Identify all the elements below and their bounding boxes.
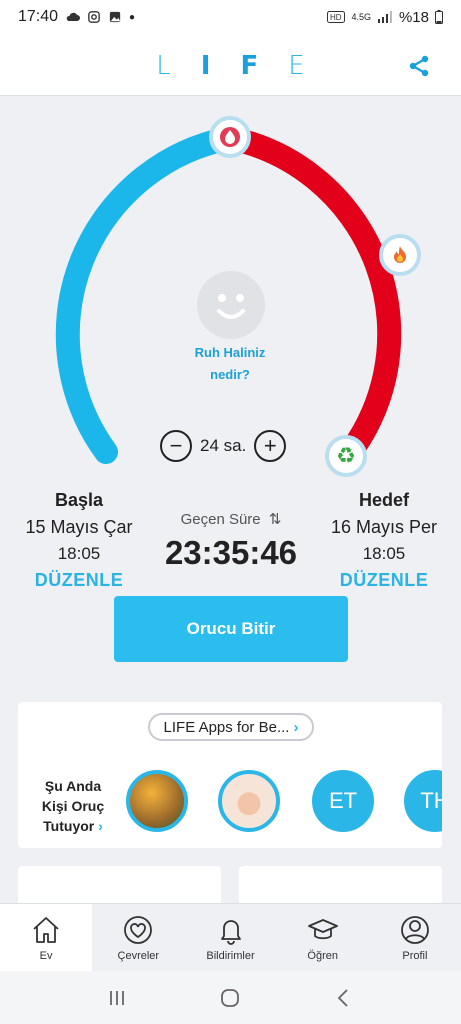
status-bar: 17:40 ● HD 4.5G %18 xyxy=(0,0,461,34)
battery-percent: %18 xyxy=(398,8,429,26)
fasting-line1: Şu Anda xyxy=(44,778,102,794)
gallery-icon xyxy=(109,11,121,23)
system-icons: HD 4.5G %18 xyxy=(327,9,443,26)
elapsed-label-row[interactable]: Geçen Süre ⇅ xyxy=(150,510,312,528)
start-heading: Başla xyxy=(54,490,104,510)
logo-letter-e: E xyxy=(288,51,335,81)
fasting-timer: ♻ Ruh Haliniz nedir? − 24 sa. + xyxy=(0,96,461,516)
app-header: LIFE xyxy=(0,34,461,96)
hd-icon: HD xyxy=(327,11,346,23)
swap-arrows-icon[interactable]: ⇅ xyxy=(269,511,282,528)
avatar[interactable] xyxy=(218,770,280,832)
decrement-hours-button[interactable]: − xyxy=(160,430,192,462)
content-card[interactable] xyxy=(18,866,221,906)
goal-heading: Hedef xyxy=(358,490,409,510)
mood-prompt[interactable]: Ruh Haliniz nedir? xyxy=(155,342,305,386)
notification-icons: ● xyxy=(66,11,135,23)
start-edit-button[interactable]: DÜZENLE xyxy=(8,570,150,591)
life-logo: LIFE xyxy=(0,51,461,81)
chevron-right-icon: › xyxy=(293,718,299,736)
elapsed-section: Geçen Süre ⇅ 23:35:46 xyxy=(150,510,312,572)
tab-circles-label: Çevreler xyxy=(117,950,160,962)
graduation-cap-icon xyxy=(307,919,338,940)
mood-prompt-line1: Ruh Haliniz xyxy=(194,345,266,360)
tab-profile[interactable]: Profil xyxy=(369,904,461,971)
logo-letter-f: F xyxy=(240,51,289,81)
tab-home[interactable]: Ev xyxy=(0,904,93,971)
more-dot-icon: ● xyxy=(129,11,136,23)
increment-hours-button[interactable]: + xyxy=(254,430,287,462)
start-section: Başla 15 Mayıs Çar 18:05 DÜZENLE xyxy=(8,490,150,591)
fasting-now-link[interactable]: Şu Anda Kişi Oruç Tutuyor › xyxy=(28,776,118,836)
content-card[interactable] xyxy=(239,866,442,906)
mood-prompt-line2: nedir? xyxy=(210,367,250,382)
start-time: 18:05 xyxy=(57,544,101,563)
avatar[interactable] xyxy=(126,770,188,832)
life-apps-pill[interactable]: LIFE Apps for Be... › xyxy=(148,713,314,741)
recent-apps-icon[interactable] xyxy=(106,987,128,1009)
end-fast-button[interactable]: Orucu Bitir xyxy=(114,596,348,662)
tab-notifications-label: Bildirimler xyxy=(206,950,255,962)
avatar[interactable]: ET xyxy=(312,770,374,832)
system-nav-bar xyxy=(0,971,461,1024)
tab-notifications[interactable]: Bildirimler xyxy=(184,904,276,971)
community-card: LIFE Apps for Be... › Şu Anda Kişi Oruç … xyxy=(18,702,442,848)
bottom-tab-bar: Ev Çevreler Bildirimler Öğren Profil xyxy=(0,903,461,971)
flame-marker-icon[interactable] xyxy=(379,234,421,276)
logo-letter-l: L xyxy=(156,51,201,81)
svg-text:HD: HD xyxy=(330,13,342,22)
goal-section: Hedef 16 Mayıs Per 18:05 DÜZENLE xyxy=(313,490,455,591)
elapsed-label: Geçen Süre xyxy=(180,511,261,528)
tab-learn[interactable]: Öğren xyxy=(277,904,369,971)
fasting-line3: Tutuyor xyxy=(43,818,95,834)
goal-edit-button[interactable]: DÜZENLE xyxy=(313,570,455,591)
chevron-right-icon: › xyxy=(98,818,103,834)
start-date: 15 Mayıs Çar xyxy=(25,517,133,537)
tab-circles[interactable]: Çevreler xyxy=(92,904,184,971)
network-type: 4.5G xyxy=(351,12,371,22)
battery-icon xyxy=(435,10,443,24)
droplet-marker-icon[interactable] xyxy=(209,116,251,158)
logo-letter-i: I xyxy=(200,51,241,81)
fasting-line2: Kişi Oruç xyxy=(41,798,105,814)
home-icon xyxy=(33,917,59,943)
status-time: 17:40 xyxy=(18,8,59,25)
life-apps-label: LIFE Apps for Be... xyxy=(163,718,290,736)
avatar[interactable]: TH xyxy=(404,770,442,832)
cloud-icon xyxy=(66,12,81,21)
hours-value: 24 sa. xyxy=(200,436,247,455)
instagram-icon xyxy=(88,11,100,23)
tab-profile-label: Profil xyxy=(402,950,428,962)
goal-date: 16 Mayıs Per xyxy=(330,517,438,537)
tab-learn-label: Öğren xyxy=(307,950,338,962)
goal-time: 18:05 xyxy=(362,544,406,563)
profile-icon xyxy=(401,916,429,944)
bell-icon xyxy=(220,920,241,945)
recycle-marker-icon[interactable]: ♻ xyxy=(325,435,367,477)
share-icon[interactable] xyxy=(407,54,431,78)
home-nav-icon[interactable] xyxy=(219,987,241,1009)
back-icon[interactable] xyxy=(333,987,355,1009)
heart-circle-icon xyxy=(124,916,153,944)
mood-face-icon[interactable] xyxy=(197,271,265,339)
tab-home-label: Ev xyxy=(39,950,53,962)
elapsed-time: 23:35:46 xyxy=(164,534,298,571)
signal-icon xyxy=(377,11,392,23)
hours-stepper: − 24 sa. + xyxy=(160,430,287,462)
